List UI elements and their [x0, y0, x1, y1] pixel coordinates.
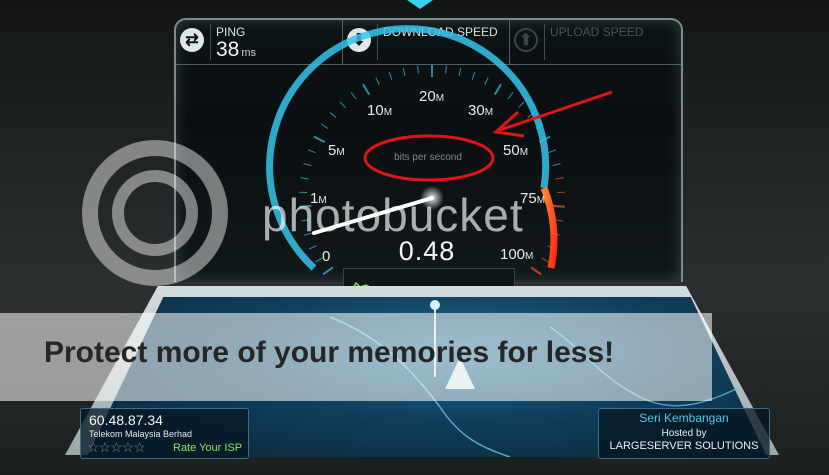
- watermark-logo-ring-inner: [112, 170, 198, 256]
- gauge-tick: [402, 68, 406, 77]
- host-name: LARGESERVER SOLUTIONS: [609, 440, 759, 452]
- tick-unit: M: [383, 107, 393, 118]
- client-isp: Telekom Malaysia Berhad: [89, 429, 193, 439]
- tick-number: 100: [500, 246, 526, 263]
- gauge-tick: [375, 77, 380, 85]
- gauge-tick: [493, 83, 502, 96]
- annotation-arrow: [499, 90, 613, 132]
- gauge-tick: [458, 68, 462, 77]
- tick-number: 10: [367, 102, 384, 119]
- gauge-tick: [555, 177, 564, 180]
- tick-label-30m: 30M: [468, 102, 493, 119]
- gauge-tick: [300, 177, 309, 180]
- gauge-tick: [541, 257, 549, 263]
- gauge-tick: [445, 65, 447, 74]
- gauge-tick: [362, 83, 371, 96]
- tick-number: 50: [503, 142, 520, 159]
- gauge-arc-high: [540, 186, 558, 269]
- gauge-tick: [552, 163, 561, 167]
- gauge-tick: [303, 163, 312, 167]
- gauge-tick: [548, 149, 557, 154]
- client-ip: 60.48.87.34: [89, 412, 163, 428]
- gauge-tick: [308, 245, 317, 250]
- rate-isp-link[interactable]: Rate Your ISP: [173, 442, 242, 454]
- rating-stars[interactable]: ☆☆☆☆☆: [87, 439, 146, 456]
- tick-label-75m: 75M: [520, 190, 545, 207]
- gauge-tick: [530, 266, 542, 276]
- gauge-tick: [484, 77, 489, 85]
- gauge-tick: [518, 101, 525, 109]
- tick-unit: M: [435, 93, 445, 104]
- tick-label-100m: 100M: [500, 246, 533, 263]
- tick-unit: M: [336, 147, 345, 158]
- tick-label-5m: 5M: [328, 142, 345, 159]
- gauge-tick: [350, 92, 357, 100]
- gauge-tick: [471, 71, 476, 80]
- client-info-panel: 60.48.87.34 Telekom Malaysia Berhad ☆☆☆☆…: [80, 408, 249, 459]
- tick-label-10m: 10M: [367, 102, 392, 119]
- watermark-banner-text: Protect more of your memories for less!: [44, 336, 615, 369]
- gauge-tick: [417, 65, 419, 74]
- tick-number: 30: [468, 102, 485, 119]
- gauge-tick: [339, 101, 346, 109]
- gauge-tick: [329, 112, 337, 119]
- tick-label-0: 0: [322, 248, 330, 265]
- gauge-tick: [322, 266, 334, 276]
- tick-unit: M: [536, 195, 546, 206]
- server-info-panel[interactable]: Seri Kembangan Hosted by LARGESERVER SOL…: [598, 408, 770, 459]
- hosted-by-label: Hosted by: [661, 428, 707, 439]
- tick-label-50m: 50M: [503, 142, 528, 159]
- units-label: bits per second: [394, 152, 462, 163]
- gauge-tick: [307, 149, 316, 154]
- tick-unit: M: [525, 251, 534, 262]
- gauge-tick: [313, 135, 326, 144]
- gauge-tick: [388, 71, 393, 80]
- watermark-logo-text: photobucket: [262, 189, 524, 241]
- gauge-tick: [321, 123, 329, 129]
- gauge-tick: [552, 204, 565, 208]
- server-city: Seri Kembangan: [639, 411, 729, 425]
- gauge-tick: [507, 92, 514, 100]
- tick-unit: M: [484, 107, 494, 118]
- tick-unit: M: [519, 147, 529, 158]
- tick-label-20m: 20M: [419, 88, 444, 105]
- tick-number: 0: [322, 248, 331, 265]
- tick-number: 20: [419, 88, 436, 105]
